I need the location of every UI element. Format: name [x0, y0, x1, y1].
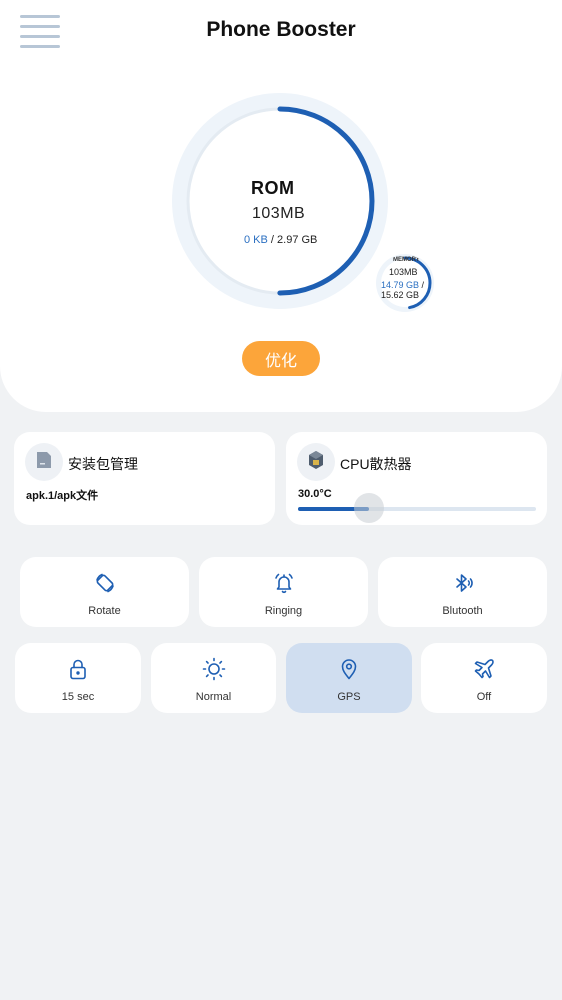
rom-total: 2.97 GB [277, 234, 318, 246]
bluetooth-toggle[interactable]: Blutooth [378, 557, 547, 627]
bluetooth-label: Blutooth [442, 605, 483, 617]
page-title: Phone Booster [206, 18, 356, 41]
brightness-toggle[interactable]: Normal [151, 643, 276, 713]
ringing-label: Ringing [264, 605, 303, 617]
rom-usage: 0 KB / 2.97 GB [244, 234, 317, 246]
apk-card-subtitle: apk.1/apk文件 [26, 490, 99, 502]
cpu-slider-thumb[interactable] [354, 493, 385, 523]
ram-gauge[interactable]: MEMORY 103MB 14.79 GB / 15.62 GB [375, 253, 435, 313]
rotate-toggle[interactable]: Rotate [20, 557, 189, 627]
airplane-mode-label: Off [476, 691, 492, 703]
apk-icon-circle [25, 443, 63, 481]
ram-usage: 14.79 GB / 15.62 GB [381, 280, 433, 300]
cpu-card-title: CPU散热器 [340, 456, 412, 472]
rom-separator: / [267, 234, 278, 246]
ram-gauge-content: MEMORY 103MB 14.79 GB / 15.62 GB [377, 255, 433, 311]
rotate-icon [94, 572, 116, 599]
bell-icon [273, 572, 295, 599]
ringing-toggle[interactable]: Ringing [199, 557, 368, 627]
location-pin-icon [338, 658, 360, 685]
cpu-icon-circle [297, 443, 335, 481]
screen-timeout-toggle[interactable]: 15 sec [15, 643, 141, 713]
cpu-chip-icon [307, 450, 325, 475]
rom-used: 0 KB [244, 234, 268, 246]
ram-total: 15.62 GB [381, 290, 420, 300]
lock-icon [67, 658, 89, 685]
airplane-mode-toggle[interactable]: Off [421, 643, 547, 713]
cpu-cooler-card[interactable]: CPU散热器 30.0°C [286, 432, 547, 525]
top-panel: Phone Booster ROM 103MB 0 KB / 2.97 GB M… [0, 0, 562, 412]
cpu-temperature-slider[interactable] [298, 493, 536, 523]
ram-used: 14.79 GB [381, 280, 420, 290]
brightness-label: Normal [195, 691, 232, 703]
ram-label: MEMORY [393, 257, 420, 263]
optimize-button[interactable]: 优化 [242, 341, 320, 376]
cpu-temperature: 30.0°C [298, 488, 332, 500]
brightness-icon [202, 657, 226, 686]
gps-toggle[interactable]: GPS [286, 643, 412, 713]
apk-manager-card[interactable]: 安装包管理 apk.1/apk文件 [14, 432, 275, 525]
apk-card-title: 安装包管理 [68, 456, 138, 472]
screen-timeout-label: 15 sec [61, 691, 95, 703]
airplane-icon [473, 658, 495, 685]
ram-separator: / [419, 280, 425, 290]
apk-file-icon [36, 451, 52, 474]
rom-label: ROM [251, 178, 295, 198]
gps-label: GPS [337, 691, 361, 703]
rotate-label: Rotate [88, 605, 121, 617]
bluetooth-icon [452, 572, 474, 599]
rom-size: 103MB [252, 205, 306, 222]
ram-size: 103MB [389, 267, 418, 277]
rom-gauge[interactable]: ROM 103MB 0 KB / 2.97 GB [171, 92, 389, 310]
